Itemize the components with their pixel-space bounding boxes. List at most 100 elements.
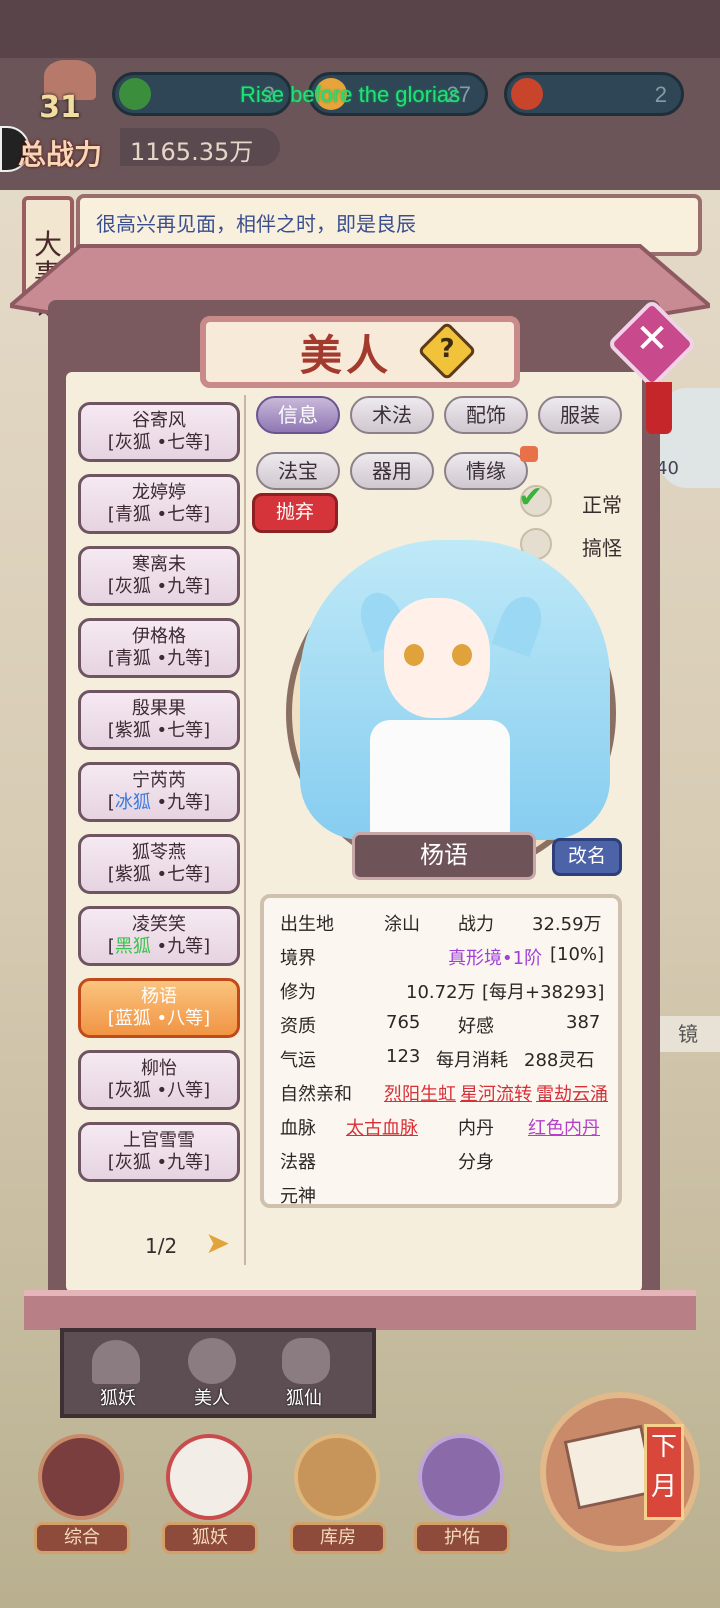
affinity-link[interactable]: 雷劫云涌 <box>536 1080 608 1106</box>
beauty-tag: [黑狐 •九等] <box>107 936 211 957</box>
list-divider <box>244 395 246 1265</box>
beauty-list-item[interactable]: 龙婷婷 [青狐 •七等] <box>78 474 240 534</box>
beauty-icon[interactable] <box>188 1338 236 1384</box>
help-button[interactable]: ? <box>426 334 468 376</box>
beauty-name: 寒离未 <box>132 554 186 575</box>
beauty-list-item[interactable]: 上官雪雪 [灰狐 •九等] <box>78 1122 240 1182</box>
affinity-link[interactable]: 烈阳生虹 <box>384 1080 456 1106</box>
nav-storehouse[interactable]: 库房 <box>290 1522 386 1554</box>
stat-value: 387 <box>566 1012 601 1033</box>
stat-label: 内丹 <box>458 1118 494 1139</box>
tab-treasure[interactable]: 法宝 <box>256 452 340 490</box>
stat-label: 修为 <box>280 982 316 1003</box>
stat-value: 涂山 <box>384 914 420 935</box>
stat-value: [10%] <box>550 944 605 965</box>
tab-accessories[interactable]: 配饰 <box>444 396 528 434</box>
dialog-title: 美人 <box>300 331 393 380</box>
beauty-list-item[interactable]: 宁芮芮 [冰狐 •九等] <box>78 762 240 822</box>
tab-info[interactable]: 信息 <box>256 396 340 434</box>
dialog-bottom-plank <box>24 1290 696 1330</box>
storehouse-icon[interactable] <box>294 1434 380 1520</box>
beauty-tag: [冰狐 •九等] <box>107 792 211 813</box>
mode-weird-label: 搞怪 <box>582 536 622 560</box>
stat-label: 气运 <box>280 1050 316 1071</box>
stat-value: 真形境•1阶 <box>448 948 543 969</box>
stat-value: [每月+38293] <box>482 982 605 1003</box>
scrolling-marquee: Rise before the glorias <box>240 82 461 107</box>
nav-fox[interactable]: 狐妖 <box>162 1522 258 1554</box>
subnav-fox-immortal[interactable]: 狐仙 <box>276 1384 332 1410</box>
next-month-label[interactable]: 下月 <box>644 1424 684 1520</box>
gate-icon[interactable] <box>38 1434 124 1520</box>
stat-label: 出生地 <box>280 914 334 935</box>
stat-value: 123 <box>386 1046 421 1067</box>
beauty-list-item[interactable]: 谷寄风 [灰狐 •七等] <box>78 402 240 462</box>
tab-costume[interactable]: 服装 <box>538 396 622 434</box>
bloodline-link[interactable]: 太古血脉 <box>346 1114 418 1140</box>
beauty-name: 伊格格 <box>132 626 186 647</box>
mirror-button[interactable]: 镜 <box>656 1016 720 1052</box>
character-eye <box>452 644 472 666</box>
beauty-tag: [紫狐 •七等] <box>107 864 211 885</box>
fox-icon[interactable] <box>92 1340 140 1384</box>
beauty-name: 狐苓燕 <box>132 842 186 863</box>
beauty-list-item[interactable]: 凌笑笑 [黑狐 •九等] <box>78 906 240 966</box>
resource-red[interactable]: 2 <box>504 72 684 116</box>
beauty-list-item[interactable]: 寒离未 [灰狐 •九等] <box>78 546 240 606</box>
calendar-icon <box>563 1424 657 1510</box>
red-fruit-icon <box>511 78 543 110</box>
close-button[interactable]: ✕ <box>620 316 684 380</box>
beauty-name: 殷果果 <box>132 698 186 719</box>
beauty-name: 龙婷婷 <box>132 482 186 503</box>
stats-panel[interactable]: 出生地 涂山 战力 32.59万 境界 真形境•1阶 [10%] 修为 10.7… <box>260 894 622 1208</box>
character-face <box>384 598 490 718</box>
stat-label: 自然亲和 <box>280 1084 352 1105</box>
new-badge-icon <box>520 446 538 462</box>
tab-romance[interactable]: 情缘 <box>444 452 528 490</box>
affinity-link[interactable]: 星河流转 <box>460 1080 532 1106</box>
subnav-beauty[interactable]: 美人 <box>184 1384 240 1410</box>
tab-utensils[interactable]: 器用 <box>350 452 434 490</box>
tab-spells[interactable]: 术法 <box>350 396 434 434</box>
beauty-name: 上官雪雪 <box>123 1130 195 1151</box>
lotus-icon[interactable] <box>418 1434 504 1520</box>
stat-label: 资质 <box>280 1016 316 1037</box>
subnav-fox[interactable]: 狐妖 <box>90 1384 146 1410</box>
beauty-name: 宁芮芮 <box>132 770 186 791</box>
stat-value: 288灵石 <box>524 1050 595 1071</box>
beauty-tag: [灰狐 •九等] <box>107 1152 211 1173</box>
beauty-name: 谷寄风 <box>132 410 186 431</box>
beauty-name: 柳怡 <box>141 1058 177 1079</box>
stat-value: 765 <box>386 1012 421 1033</box>
beauty-tag: [蓝狐 •八等] <box>107 1008 211 1029</box>
stat-value: 10.72万 <box>406 982 476 1003</box>
resource-value: 2 <box>654 82 667 107</box>
core-link[interactable]: 红色内丹 <box>528 1114 600 1140</box>
beauty-list-item[interactable]: 狐苓燕 [紫狐 •七等] <box>78 834 240 894</box>
beauty-tag: [灰狐 •七等] <box>107 432 211 453</box>
fox-immortal-icon[interactable] <box>282 1338 330 1384</box>
character-name-plate: 杨语 <box>352 832 536 880</box>
rename-button[interactable]: 改名 <box>552 838 622 876</box>
stat-label: 境界 <box>280 948 316 969</box>
beauty-list-item[interactable]: 伊格格 [青狐 •九等] <box>78 618 240 678</box>
nav-general[interactable]: 综合 <box>34 1522 130 1554</box>
fox-mask-icon[interactable] <box>166 1434 252 1520</box>
next-page-arrow-icon[interactable]: ➤ <box>205 1226 243 1262</box>
beauty-list-item-selected[interactable]: 杨语 [蓝狐 •八等] <box>78 978 240 1038</box>
total-power-value: 1165.35万 <box>120 128 280 166</box>
beauty-list-item[interactable]: 柳怡 [灰狐 •八等] <box>78 1050 240 1110</box>
stat-value: 32.59万 <box>532 914 602 935</box>
player-level: 31 <box>39 90 81 125</box>
beauty-tag: [紫狐 •七等] <box>107 720 211 741</box>
beauty-name: 凌笑笑 <box>132 914 186 935</box>
stat-label: 好感 <box>458 1016 494 1037</box>
beauty-tag: [灰狐 •九等] <box>107 576 211 597</box>
stat-label: 元神 <box>280 1186 316 1207</box>
character-eye <box>404 644 424 666</box>
leaf-gem-icon <box>119 78 151 110</box>
nav-protection[interactable]: 护佑 <box>414 1522 510 1554</box>
abandon-button[interactable]: 抛弃 <box>252 493 338 533</box>
beauty-list-item[interactable]: 殷果果 [紫狐 •七等] <box>78 690 240 750</box>
stat-label: 法器 <box>280 1152 316 1173</box>
